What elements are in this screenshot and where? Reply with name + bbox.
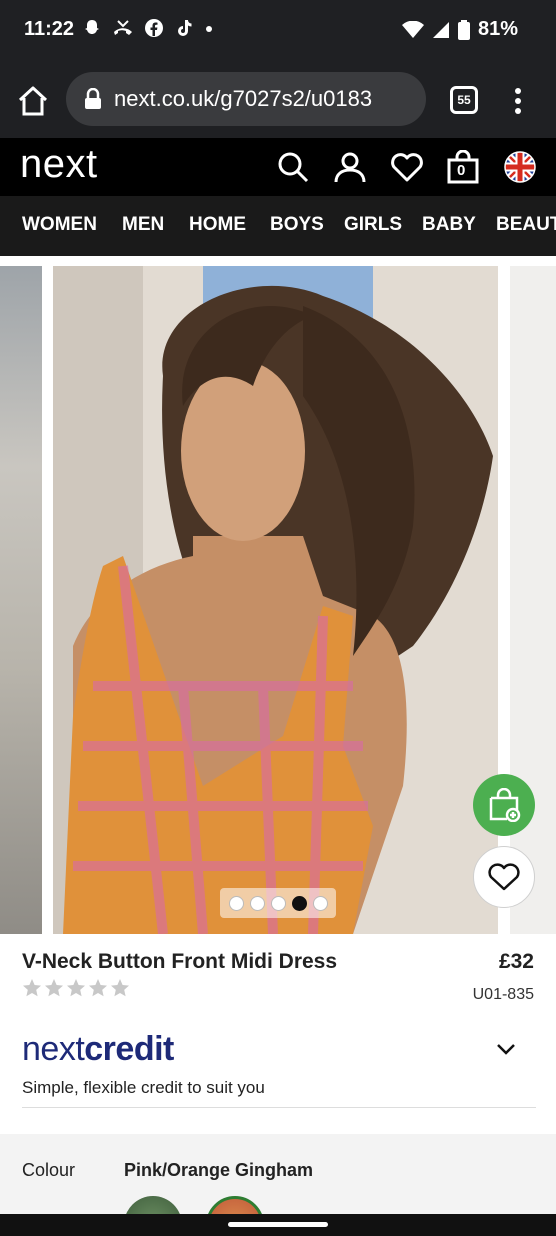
notification-icons <box>82 18 214 38</box>
search-icon[interactable] <box>276 150 310 184</box>
site-header: next 0 <box>0 138 556 196</box>
lock-icon <box>85 88 101 109</box>
battery-percent: 81% <box>477 18 518 40</box>
credit-tagline: Simple, flexible credit to suit you <box>22 1078 265 1097</box>
colour-selector: Colour Pink/Orange Gingham <box>0 1134 556 1224</box>
uk-flag-icon[interactable] <box>503 150 537 184</box>
nav-baby[interactable]: BABY <box>422 214 476 236</box>
nav-men[interactable]: MEN <box>122 214 164 236</box>
battery-icon <box>457 19 470 40</box>
status-right: 81% <box>401 18 518 41</box>
tiktok-icon <box>178 20 192 36</box>
product-gallery[interactable] <box>0 256 556 936</box>
account-icon[interactable] <box>333 150 367 184</box>
home-icon[interactable] <box>16 84 50 118</box>
next-image[interactable] <box>510 266 556 934</box>
bag-plus-icon <box>489 788 521 822</box>
colour-label: Colour <box>22 1160 76 1180</box>
add-to-bag-button[interactable] <box>473 774 535 836</box>
credit-logo-credit: credit <box>84 1030 174 1068</box>
nav-beauty[interactable]: BEAUTY <box>496 214 556 236</box>
star-icon <box>67 979 85 997</box>
colour-value: Pink/Orange Gingham <box>124 1160 314 1180</box>
missed-call-icon <box>114 20 132 35</box>
category-nav: WOMEN MEN HOME BOYS GIRLS BABY BEAUTY <box>0 196 556 256</box>
snapchat-icon <box>85 20 99 34</box>
browser-toolbar: next.co.uk/g7027s2/u0183 55 <box>0 62 556 138</box>
star-icon <box>89 979 107 997</box>
pagination-dot[interactable] <box>249 895 265 911</box>
pagination-dot-active[interactable] <box>291 895 307 911</box>
nav-home[interactable]: HOME <box>189 214 246 236</box>
heart-icon <box>488 863 520 891</box>
dot-icon <box>206 26 212 32</box>
star-icon <box>111 979 129 997</box>
home-gesture-handle[interactable] <box>228 1222 328 1227</box>
pagination-dot[interactable] <box>312 895 328 911</box>
basket-count: 0 <box>457 162 466 179</box>
rating-stars[interactable] <box>22 978 130 998</box>
pagination-dot[interactable] <box>228 895 244 911</box>
previous-image[interactable] <box>0 266 42 934</box>
product-price: £32 <box>498 950 534 973</box>
status-bar: 11:22 81% <box>0 0 556 62</box>
pagination-dot[interactable] <box>270 895 286 911</box>
next-credit-logo: nextcredit <box>22 1030 174 1069</box>
add-to-favourites-button[interactable] <box>473 846 535 908</box>
tab-switcher-button[interactable]: 55 <box>450 86 478 114</box>
browser-menu-button[interactable] <box>508 84 528 118</box>
signal-icon <box>432 21 449 38</box>
product-sku: U01-835 <box>472 986 534 1003</box>
wifi-icon <box>401 20 424 38</box>
screen: 11:22 81% next.co.uk/g7027s2/u0183 55 ne… <box>0 0 556 1236</box>
star-icon <box>45 979 63 997</box>
site-logo[interactable]: next <box>20 142 98 187</box>
url-bar[interactable]: next.co.uk/g7027s2/u0183 <box>66 72 426 126</box>
next-credit-panel[interactable]: nextcredit Simple, flexible credit to su… <box>22 1030 536 1108</box>
credit-logo-next: next <box>22 1030 85 1068</box>
facebook-icon <box>145 19 163 37</box>
product-image[interactable] <box>53 266 498 934</box>
nav-women[interactable]: WOMEN <box>22 214 97 236</box>
tab-count: 55 <box>457 93 471 107</box>
product-title: V-Neck Button Front Midi Dress <box>22 950 338 973</box>
favourites-icon[interactable] <box>390 150 424 184</box>
gesture-bar <box>0 1214 556 1236</box>
url-text: next.co.uk/g7027s2/u0183 <box>114 86 373 111</box>
star-icon <box>23 979 41 997</box>
nav-boys[interactable]: BOYS <box>270 214 324 236</box>
chevron-down-icon[interactable] <box>496 1042 516 1056</box>
nav-girls[interactable]: GIRLS <box>344 214 402 236</box>
image-pagination <box>220 888 336 918</box>
basket-button[interactable]: 0 <box>446 149 480 184</box>
status-time: 11:22 <box>24 18 75 40</box>
model-photo <box>53 266 498 934</box>
